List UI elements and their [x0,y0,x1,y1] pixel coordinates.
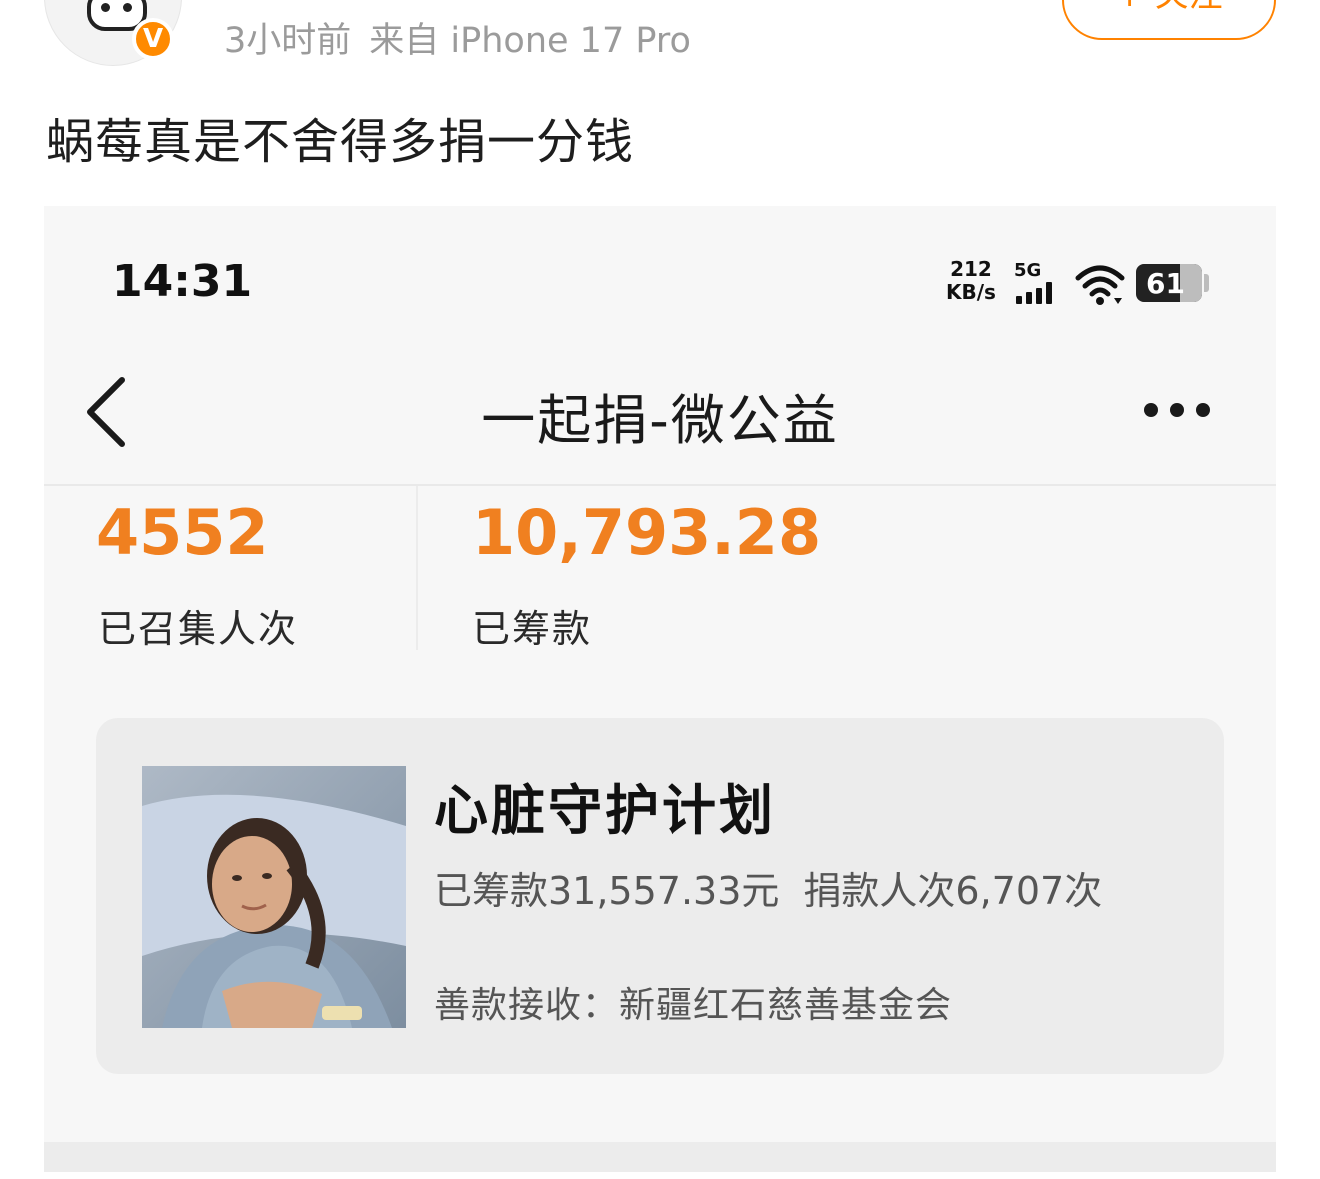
post-time: 3小时前 [224,21,352,61]
stat-divider [416,486,418,650]
network-speed-value: 212 [950,257,992,281]
battery-level: 61 [1146,266,1185,300]
status-time: 14:31 [112,256,253,307]
project-recipient: 善款接收：新疆红石慈善基金会 [434,985,953,1026]
post-source[interactable]: 来自 iPhone 17 Pro [369,21,691,61]
network-speed-unit: KB/s [946,280,996,304]
project-stats: 已筹款31,557.33元 捐款人次6,707次 [434,860,1102,915]
follow-button[interactable]: + 关注 [1062,0,1276,40]
verified-badge-icon: V [132,18,174,60]
avatar-eye [123,3,132,12]
project-donors: 捐款人次6,707次 [803,869,1103,913]
nav-divider [44,484,1276,486]
stat-participants-label: 已召集人次 [98,607,299,651]
stat-raised-label: 已筹款 [472,607,593,651]
post-meta: 3小时前 来自 iPhone 17 Pro [224,12,691,63]
signal-icon [1016,282,1064,304]
project-raised: 已筹款31,557.33元 [434,869,780,913]
avatar-eye [101,3,110,12]
battery-tip [1204,274,1209,292]
patient-photo [142,766,406,1028]
embedded-screenshot[interactable]: 14:31 212 KB/s 5G 61 一起捐-微公益 4552 已召集人次 … [44,206,1276,1172]
project-card[interactable]: 心脏守护计划 已筹款31,557.33元 捐款人次6,707次 善款接收：新疆红石… [96,718,1224,1074]
stat-raised-value: 10,793.28 [472,496,822,569]
bottom-band [44,1142,1276,1172]
more-dots-icon[interactable] [1144,402,1222,421]
wifi-icon [1075,265,1125,305]
post-text: 蜗莓真是不舍得多捐一分钱 [46,114,635,170]
project-title: 心脏守护计划 [434,779,776,842]
battery-icon: 61 [1136,264,1202,302]
stat-participants-value: 4552 [96,496,269,569]
network-speed: 212 KB/s [946,258,996,304]
network-type: 5G [1014,260,1042,281]
nav-title: 一起捐-微公益 [481,389,839,452]
